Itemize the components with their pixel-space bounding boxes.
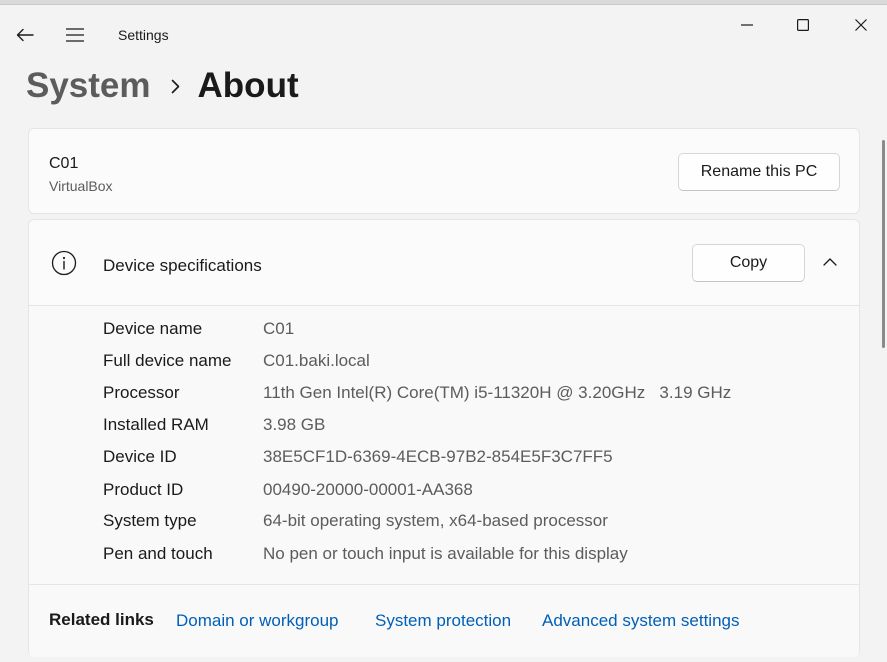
pc-model: VirtualBox [49,178,113,194]
pc-info-card: C01 VirtualBox Rename this PC [28,128,860,214]
spec-label: Full device name [103,351,232,370]
spec-label: Processor [103,383,180,402]
pc-name: C01 [49,155,79,172]
page-title: About [197,66,299,105]
rename-pc-button[interactable]: Rename this PC [678,153,840,191]
maximize-icon [797,19,809,31]
spec-row-processor: Processor 11th Gen Intel(R) Core(TM) i5-… [103,380,731,406]
device-specifications-title: Device specifications [103,256,262,275]
domain-or-workgroup-link[interactable]: Domain or workgroup [176,611,339,631]
chevron-up-icon[interactable] [819,254,841,270]
advanced-system-settings-link[interactable]: Advanced system settings [542,611,739,631]
breadcrumb-parent-system[interactable]: System [26,66,151,106]
hamburger-menu-icon [66,28,84,42]
maximize-button[interactable] [780,9,826,41]
back-button[interactable] [9,19,41,51]
app-title: Settings [118,27,169,43]
spec-label: Installed RAM [103,415,209,434]
spec-value: No pen or touch input is available for t… [263,544,628,563]
spec-label: Product ID [103,480,184,499]
device-specifications-header[interactable]: Device specifications Copy [29,220,859,306]
close-button[interactable] [838,9,884,41]
scrollbar-thumb[interactable] [882,140,885,348]
spec-row-pen-and-touch: Pen and touch No pen or touch input is a… [103,541,628,567]
chevron-right-icon [171,79,180,94]
spec-label: Device name [103,319,203,338]
spec-label: Device ID [103,447,177,466]
spec-row-device-name: Device name C01 [103,316,294,342]
device-specifications-card: Device specifications Copy Device name C… [28,219,860,657]
breadcrumb: System About [26,62,299,110]
spec-row-device-id: Device ID 38E5CF1D-6369-4ECB-97B2-854E5F… [103,444,613,470]
spec-row-full-device-name: Full device name C01.baki.local [103,348,370,374]
spec-value: 11th Gen Intel(R) Core(TM) i5-11320H @ 3… [263,383,732,402]
title-bar: Settings [0,5,887,60]
spec-row-installed-ram: Installed RAM 3.98 GB [103,412,325,438]
back-arrow-icon [16,28,34,42]
copy-button[interactable]: Copy [692,244,805,282]
spec-value: 64-bit operating system, x64-based proce… [263,511,608,530]
spec-value: C01 [263,319,295,338]
spec-row-product-id: Product ID 00490-20000-00001-AA368 [103,477,473,503]
navigation-menu-button[interactable] [59,19,91,51]
spec-row-system-type: System type 64-bit operating system, x64… [103,508,608,534]
info-icon [51,250,77,276]
related-links-bar: Related links Domain or workgroup System… [29,584,859,657]
minimize-icon [741,24,753,26]
spec-label: Pen and touch [103,544,213,563]
spec-value: 38E5CF1D-6369-4ECB-97B2-854E5F3C7FF5 [263,447,613,466]
spec-value: C01.baki.local [263,351,370,370]
spec-value: 00490-20000-00001-AA368 [263,480,473,499]
spec-value: 3.98 GB [263,415,326,434]
device-specifications-body: Device name C01 Full device name C01.bak… [29,306,859,584]
spec-label: System type [103,511,197,530]
system-protection-link[interactable]: System protection [375,611,511,631]
minimize-button[interactable] [724,9,770,41]
close-icon [855,19,867,31]
related-links-heading: Related links [49,610,154,629]
